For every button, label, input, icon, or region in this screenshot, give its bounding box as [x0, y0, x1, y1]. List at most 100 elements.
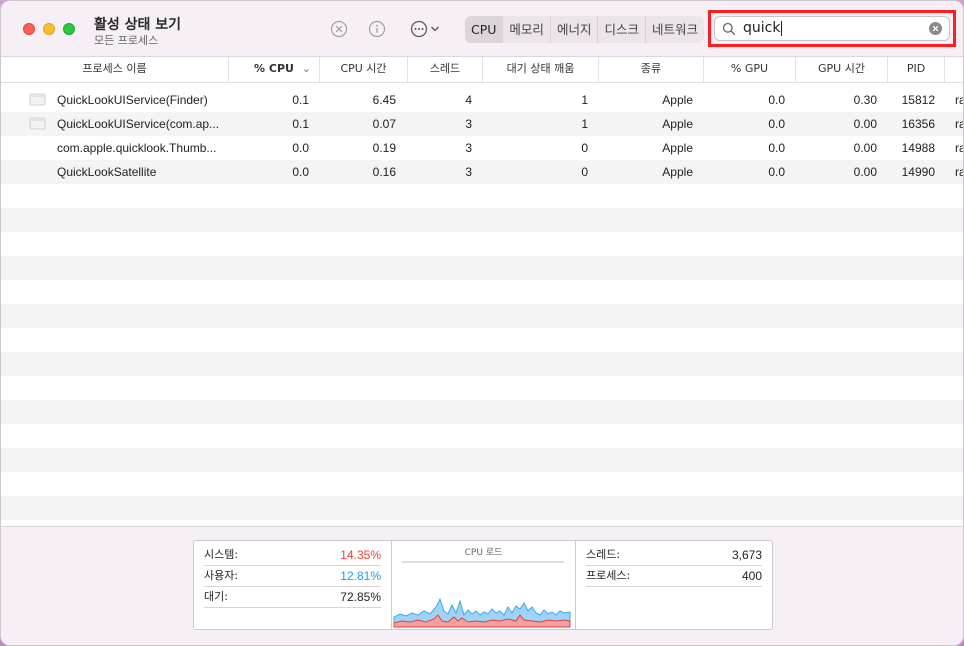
system-stat: 시스템: 14.35%: [204, 545, 381, 566]
inspect-process-button[interactable]: [368, 20, 386, 38]
empty-table-row: [1, 424, 963, 448]
user-value: 12.81%: [340, 569, 381, 583]
empty-table-row: [1, 400, 963, 424]
activity-monitor-window: 활성 상태 보기 모든 프로세스 CPU 메모리 에너지 디스크 네트워크 qu…: [0, 0, 964, 646]
column-gpu-percent[interactable]: % GPU: [704, 57, 796, 83]
cell-threads: 4: [465, 93, 472, 107]
column-kind[interactable]: 종류: [599, 57, 704, 83]
empty-table-row: [1, 352, 963, 376]
cell-pid: 14988: [901, 141, 935, 155]
cell-wakeups: 0: [581, 165, 588, 179]
empty-table-row: [1, 448, 963, 472]
empty-table-row: [1, 304, 963, 328]
system-value: 14.35%: [340, 548, 381, 562]
idle-label: 대기:: [204, 590, 228, 603]
search-text[interactable]: quick: [743, 20, 783, 36]
column-cpu-time[interactable]: CPU 시간: [320, 57, 408, 83]
cell-gpu-time: 0.00: [853, 141, 877, 155]
cell-pid: 15812: [901, 93, 935, 107]
cell-user-truncated: ra: [955, 165, 963, 179]
cell-cpu: 0.0: [292, 141, 309, 155]
empty-table-row: [1, 328, 963, 352]
user-stat: 사용자: 12.81%: [204, 566, 381, 587]
processes-value: 400: [741, 569, 762, 583]
ellipsis-icon: [410, 20, 428, 38]
cell-gpu-time: 0.00: [853, 117, 877, 131]
chevron-down-icon: [431, 26, 439, 32]
cell-kind: Apple: [662, 93, 693, 107]
minimize-window-button[interactable]: [43, 23, 55, 35]
app-window-icon: [29, 93, 46, 106]
cell-gpu: 0.0: [768, 93, 785, 107]
table-row[interactable]: com.apple.quicklook.Thumb... 0.0 0.19 3 0 App…: [1, 136, 963, 160]
empty-table-row: [1, 376, 963, 400]
idle-stat: 대기: 72.85%: [204, 587, 381, 608]
info-icon: [368, 20, 386, 38]
tab-disk[interactable]: 디스크: [598, 16, 646, 43]
more-actions-button[interactable]: [407, 20, 443, 38]
view-tabs: CPU 메모리 에너지 디스크 네트워크: [465, 16, 704, 43]
cell-cpu: 0.0: [292, 165, 309, 179]
summary-box: 시스템: 14.35% 사용자: 12.81% 대기: 72.85% CPU 로드 스…: [193, 540, 773, 630]
threads-stat: 스레드: 3,673: [586, 545, 762, 566]
close-window-button[interactable]: [23, 23, 35, 35]
empty-table-row: [1, 184, 963, 208]
empty-table-row: [1, 208, 963, 232]
table-row[interactable]: QuickLookSatellite 0.0 0.16 3 0 Apple 0.0 0.00 1…: [1, 160, 963, 184]
summary-panel: 시스템: 14.35% 사용자: 12.81% 대기: 72.85% CPU 로드 스…: [1, 526, 963, 645]
column-process-name[interactable]: 프로세스 이름: [1, 57, 229, 83]
empty-table-row: [1, 232, 963, 256]
column-pid[interactable]: PID: [888, 57, 945, 83]
cell-threads: 3: [465, 165, 472, 179]
clear-search-button[interactable]: [929, 22, 942, 35]
tab-network[interactable]: 네트워크: [646, 16, 704, 43]
column-cpu-percent[interactable]: % CPU ⌄: [229, 57, 320, 83]
table-header: 프로세스 이름 % CPU ⌄ CPU 시간 스레드 대기 상태 깨움 종류 % …: [1, 57, 963, 83]
process-name: QuickLookUIService(com.ap...: [57, 117, 220, 131]
process-name: QuickLookUIService(Finder): [57, 93, 208, 107]
empty-table-row: [1, 472, 963, 496]
threads-value: 3,673: [731, 548, 762, 562]
app-subtitle[interactable]: 모든 프로세스: [94, 32, 158, 48]
title-bar: 활성 상태 보기 모든 프로세스 CPU 메모리 에너지 디스크 네트워크 qu…: [1, 1, 963, 57]
cell-user-truncated: ra: [955, 117, 963, 131]
process-name: com.apple.quicklook.Thumb...: [57, 141, 217, 155]
cell-gpu: 0.0: [768, 141, 785, 155]
search-input[interactable]: quick: [714, 16, 950, 41]
sort-descending-icon: ⌄: [301, 62, 311, 75]
cell-pid: 14990: [901, 165, 935, 179]
close-icon: [932, 25, 939, 32]
table-row[interactable]: QuickLookUIService(com.ap... 0.1 0.07 3 1 App…: [1, 112, 963, 136]
column-gpu-time[interactable]: GPU 시간: [796, 57, 888, 83]
tab-cpu[interactable]: CPU: [465, 16, 504, 43]
table-row[interactable]: QuickLookUIService(Finder) 0.1 6.45 4 1 Apple…: [1, 88, 963, 112]
process-name: QuickLookSatellite: [57, 165, 157, 179]
empty-table-row: [1, 280, 963, 304]
cell-gpu-time: 0.00: [853, 165, 877, 179]
cell-threads: 3: [465, 141, 472, 155]
tab-energy[interactable]: 에너지: [551, 16, 599, 43]
cell-cpu: 0.1: [292, 117, 309, 131]
column-cpu-percent-label: % CPU: [254, 62, 294, 75]
cell-user-truncated: ra: [955, 141, 963, 155]
empty-table-row: [1, 256, 963, 280]
cell-kind: Apple: [662, 165, 693, 179]
processes-label: 프로세스:: [586, 569, 631, 582]
cpu-load-graph: [393, 561, 571, 628]
cell-cpu-time: 0.16: [372, 165, 396, 179]
empty-table-row: [1, 496, 963, 520]
cell-kind: Apple: [662, 117, 693, 131]
cell-cpu-time: 6.45: [372, 93, 396, 107]
process-stats: 스레드: 3,673 프로세스: 400: [576, 541, 772, 629]
threads-label: 스레드:: [586, 548, 621, 561]
system-label: 시스템:: [204, 548, 239, 561]
column-idle-wakeups[interactable]: 대기 상태 깨움: [483, 57, 599, 83]
tab-memory[interactable]: 메모리: [503, 16, 551, 43]
zoom-window-button[interactable]: [63, 23, 75, 35]
cell-gpu-time: 0.30: [853, 93, 877, 107]
cell-wakeups: 0: [581, 141, 588, 155]
cpu-load-chart: CPU 로드: [392, 541, 576, 629]
stop-process-button[interactable]: [330, 20, 348, 38]
user-label: 사용자:: [204, 569, 239, 582]
column-threads[interactable]: 스레드: [408, 57, 483, 83]
